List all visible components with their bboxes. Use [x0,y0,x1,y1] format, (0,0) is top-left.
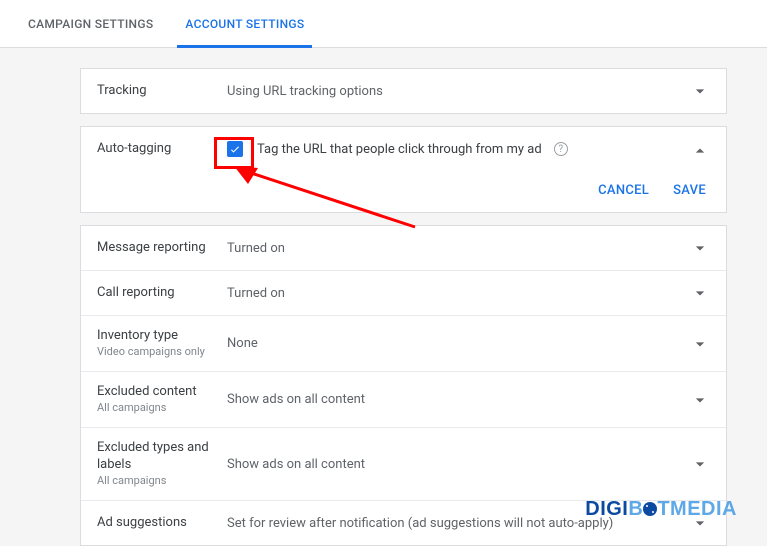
setting-row-value: Show ads on all content [227,457,690,472]
setting-row[interactable]: Call reportingTurned on [81,271,726,316]
tab-campaign-settings[interactable]: Campaign Settings [12,0,169,48]
setting-row-value: Turned on [227,241,690,256]
settings-content: Tracking Using URL tracking options Auto… [0,48,767,546]
chevron-down-icon [690,390,710,410]
setting-row-label: Message reporting [97,240,227,257]
auto-tagging-actions: Cancel Save [81,169,726,212]
save-button[interactable]: Save [673,183,706,198]
tab-account-settings[interactable]: Account Settings [169,0,320,48]
setting-row-sublabel: All campaigns [97,474,227,488]
logo-text-digi: DIGI [585,498,628,520]
tracking-panel: Tracking Using URL tracking options [80,68,727,114]
tracking-label: Tracking [97,83,227,100]
help-icon[interactable]: ? [554,142,568,156]
setting-row-label: Inventory typeVideo campaigns only [97,328,227,359]
setting-row-label: Excluded types and labelsAll campaigns [97,440,227,488]
setting-row-value: Turned on [227,286,690,301]
auto-tagging-checkbox-label: Tag the URL that people click through fr… [257,142,542,157]
setting-row-label: Excluded contentAll campaigns [97,384,227,415]
tracking-value: Using URL tracking options [227,84,690,99]
chevron-down-icon [690,283,710,303]
logo-dot-icon [643,502,657,516]
check-icon [229,143,241,155]
auto-tagging-checkbox[interactable] [227,141,243,157]
chevron-down-icon [690,81,710,101]
setting-row[interactable]: Excluded contentAll campaignsShow ads on… [81,372,726,428]
setting-row-sublabel: Video campaigns only [97,345,227,359]
setting-row[interactable]: Inventory typeVideo campaigns onlyNone [81,316,726,372]
digibotmedia-logo: DIGIB TMEDIA [585,498,737,521]
settings-tabs: Campaign Settings Account Settings [0,0,767,48]
setting-row-sublabel: All campaigns [97,401,227,415]
setting-row-value: Show ads on all content [227,392,690,407]
setting-row-label: Call reporting [97,285,227,302]
chevron-down-icon [690,238,710,258]
setting-row-label: Ad suggestions [97,515,227,532]
tracking-row[interactable]: Tracking Using URL tracking options [81,69,726,113]
auto-tagging-panel: Auto-tagging Tag the URL that people cli… [80,126,727,213]
chevron-up-icon[interactable] [690,141,710,161]
logo-text-tmedia: TMEDIA [657,498,737,520]
cancel-button[interactable]: Cancel [598,183,649,198]
setting-row[interactable]: Message reportingTurned on [81,226,726,271]
setting-row[interactable]: Excluded types and labelsAll campaignsSh… [81,428,726,501]
auto-tagging-label: Auto-tagging [97,141,227,158]
chevron-down-icon [690,334,710,354]
logo-text-b: B [628,498,643,520]
chevron-down-icon [690,454,710,474]
setting-row-value: None [227,336,690,351]
